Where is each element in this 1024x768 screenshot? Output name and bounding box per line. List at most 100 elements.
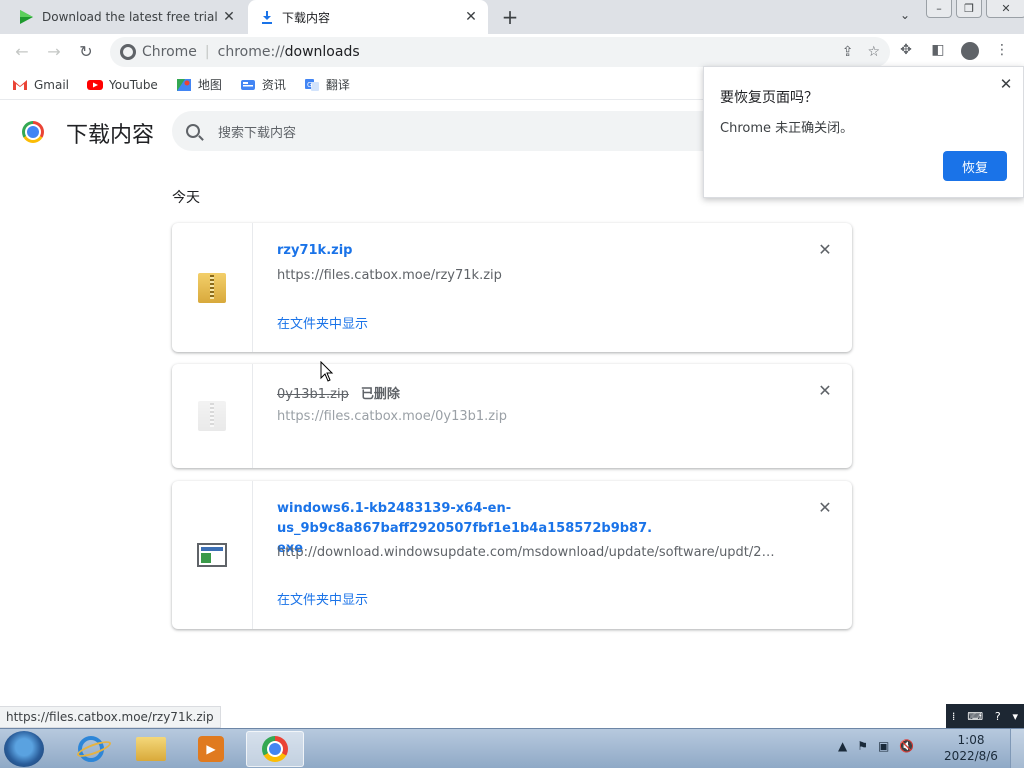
zip-file-icon <box>198 272 226 303</box>
tab-title: Download the latest free trial v <box>42 10 218 24</box>
tab-close-button[interactable]: ✕ <box>218 6 240 28</box>
tab-close-button[interactable]: ✕ <box>460 6 482 28</box>
taskbar-explorer[interactable] <box>122 731 180 767</box>
youtube-icon <box>87 79 104 90</box>
show-desktop-button[interactable] <box>1010 729 1024 768</box>
tray-expand-icon[interactable]: ▲ <box>838 739 847 753</box>
restore-bubble-message: Chrome 未正确关闭。 <box>720 121 854 136</box>
download-file-name[interactable]: rzy71k.zip <box>277 243 352 258</box>
tab-search-chevron-icon[interactable]: ⌄ <box>896 8 914 26</box>
download-item: windows6.1-kb2483139-x64-en-us_9b9c8a867… <box>172 481 852 629</box>
clock-date: 2022/8/6 <box>944 749 998 763</box>
download-item: rzy71k.zip https://files.catbox.moe/rzy7… <box>172 223 852 352</box>
forward-button[interactable]: → <box>42 41 66 63</box>
tab-downloads[interactable]: 下载内容 ✕ <box>248 0 488 34</box>
system-tray: ▲ ⚑ ▣ 🔇 <box>838 739 914 753</box>
bookmark-news[interactable]: 资讯 <box>240 76 286 93</box>
exe-file-icon <box>197 543 227 567</box>
volume-muted-icon[interactable]: 🔇 <box>899 739 914 753</box>
grip-icon: ⁞ <box>951 709 956 723</box>
side-panel-icon[interactable]: ◧ <box>927 42 949 62</box>
remove-download-button[interactable]: ✕ <box>816 499 834 517</box>
news-icon <box>240 79 255 90</box>
translate-icon: G <box>304 78 319 91</box>
search-downloads-input[interactable]: 搜索下载内容 <box>172 111 732 151</box>
download-url[interactable]: https://files.catbox.moe/0y13b1.zip <box>277 409 777 424</box>
omnibox-separator: | <box>204 44 210 60</box>
help-icon[interactable]: ? <box>995 710 1001 723</box>
bookmark-gmail[interactable]: Gmail <box>12 78 69 92</box>
options-icon[interactable]: ▾ <box>1013 710 1019 723</box>
file-icon-column <box>172 481 253 629</box>
minimize-button[interactable]: – <box>926 0 952 18</box>
taskbar-media[interactable]: ▶ <box>182 731 240 767</box>
bookmark-label: 翻译 <box>325 78 350 92</box>
bookmark-label: Gmail <box>34 77 70 92</box>
bookmark-label: 资讯 <box>261 78 286 92</box>
address-bar[interactable]: Chrome | chrome://downloads ⇪ ☆ <box>110 37 890 67</box>
taskbar-chrome[interactable] <box>246 731 304 767</box>
bookmark-maps[interactable]: 地图 <box>176 76 222 93</box>
bookmark-label: YouTube <box>109 77 158 92</box>
tab-download-trial[interactable]: Download the latest free trial v ✕ <box>8 0 246 34</box>
keyboard-icon[interactable]: ⌨ <box>967 710 983 723</box>
flag-icon[interactable]: ⚑ <box>857 739 868 753</box>
profile-avatar[interactable] <box>959 42 981 62</box>
mouse-cursor-icon <box>320 361 334 382</box>
download-name-row: 0y13b1.zip 已删除 <box>277 383 400 402</box>
remove-download-button[interactable]: ✕ <box>816 382 834 400</box>
back-button[interactable]: ← <box>10 41 34 63</box>
taskbar: ▶ ▲ ⚑ ▣ 🔇 1:08 2022/8/6 <box>0 728 1024 768</box>
share-icon[interactable]: ⇪ <box>842 44 854 60</box>
chrome-logo-icon <box>22 121 44 143</box>
page-title: 下载内容 <box>66 123 155 148</box>
avatar-icon <box>961 42 979 60</box>
extensions-puzzle-icon[interactable]: ✥ <box>895 42 917 62</box>
tab-strip: Download the latest free trial v ✕ 下载内容 … <box>0 0 1024 34</box>
start-button[interactable] <box>4 731 44 767</box>
folder-icon <box>136 737 166 761</box>
download-url[interactable]: https://files.catbox.moe/rzy71k.zip <box>277 268 777 283</box>
download-file-name: 0y13b1.zip <box>277 387 349 402</box>
file-icon-column <box>172 223 253 352</box>
gmail-icon <box>13 79 27 90</box>
window-controls: – ❐ ✕ <box>926 0 1024 18</box>
link-status-bubble: https://files.catbox.moe/rzy71k.zip <box>0 706 221 728</box>
window-close-button[interactable]: ✕ <box>986 0 1024 18</box>
download-url[interactable]: http://download.windowsupdate.com/msdown… <box>277 545 777 560</box>
bookmark-star-icon[interactable]: ☆ <box>867 44 880 60</box>
zip-file-icon <box>198 401 226 431</box>
network-icon[interactable]: ▣ <box>878 739 889 753</box>
toolbar: ← → ↻ Chrome | chrome://downloads ⇪ ☆ ✥ … <box>0 34 1024 70</box>
bookmark-translate[interactable]: G 翻译 <box>304 76 350 93</box>
download-icon <box>262 11 272 24</box>
restore-button[interactable]: ❐ <box>956 0 982 18</box>
bookmark-youtube[interactable]: YouTube <box>87 78 158 92</box>
date-section-label: 今天 <box>172 190 200 206</box>
restore-bubble-title: 要恢复页面吗？ <box>720 90 818 106</box>
restore-button[interactable]: 恢复 <box>943 151 1007 181</box>
bookmark-label: 地图 <box>197 78 222 92</box>
maps-icon <box>176 78 191 91</box>
restore-pages-bubble: 要恢复页面吗？ Chrome 未正确关闭。 ✕ 恢复 <box>703 66 1024 198</box>
deleted-status: 已删除 <box>360 387 400 402</box>
download-file-name-line1: windows6.1-kb2483139-x64-en-us_9b9c8a867… <box>277 501 653 536</box>
remove-download-button[interactable]: ✕ <box>816 241 834 259</box>
site-chip: Chrome <box>142 44 197 60</box>
restore-bubble-close-icon[interactable]: ✕ <box>997 75 1015 93</box>
language-bar: ⁞ ⌨ ? ▾ <box>946 704 1024 728</box>
search-icon <box>186 124 200 138</box>
taskbar-ie[interactable] <box>62 731 120 767</box>
url-host: downloads <box>284 44 360 60</box>
file-icon-column <box>172 364 253 468</box>
show-in-folder-link[interactable]: 在文件夹中显示 <box>277 313 368 332</box>
clock[interactable]: 1:08 2022/8/6 <box>940 732 1002 764</box>
svg-text:G: G <box>307 81 312 89</box>
chrome-menu-button[interactable]: ⋮ <box>991 42 1013 62</box>
new-tab-button[interactable]: + <box>498 5 522 29</box>
reload-button[interactable]: ↻ <box>74 41 98 63</box>
show-in-folder-link[interactable]: 在文件夹中显示 <box>277 589 368 608</box>
tab-title: 下载内容 <box>282 10 331 25</box>
chrome-site-icon <box>120 44 136 60</box>
clock-time: 1:08 <box>957 733 985 747</box>
